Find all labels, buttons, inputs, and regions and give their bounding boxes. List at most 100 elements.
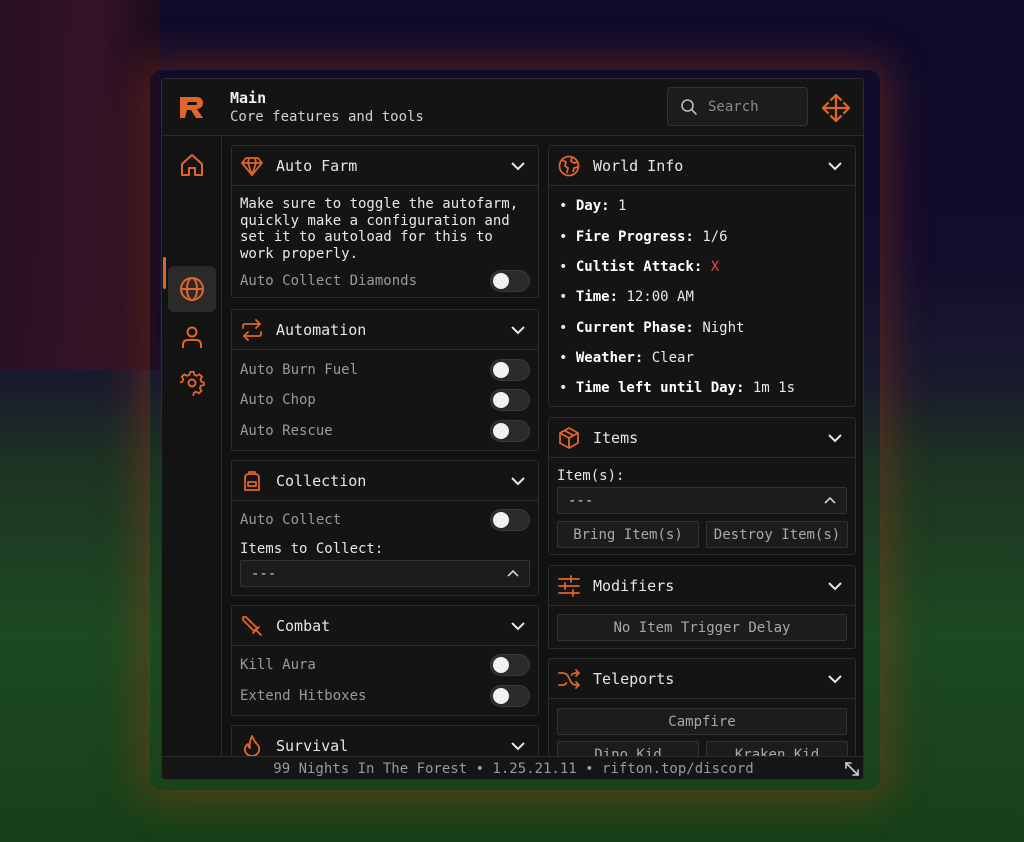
panel-title: Items: [593, 429, 639, 447]
items-label: Item(s):: [557, 468, 625, 484]
panel-title: Modifiers: [593, 577, 675, 595]
panel-title: World Info: [593, 157, 684, 175]
sword-icon: [242, 616, 262, 636]
chevron-down-icon[interactable]: [510, 158, 526, 174]
info-cultist-attack: • Cultist Attack: X: [559, 259, 720, 275]
info-weather: • Weather: Clear: [559, 350, 694, 366]
user-icon: [182, 326, 202, 348]
page-subtitle: Core features and tools: [230, 109, 424, 125]
panel-automation: Automation Auto Burn Fuel Auto Chop Auto…: [231, 309, 539, 451]
info-time-left: • Time left until Day: 1m 1s: [559, 380, 796, 396]
page-title: Main: [230, 89, 267, 107]
info-day: • Day: 1: [559, 198, 627, 214]
globe-icon: [558, 155, 580, 177]
panel-survival: Survival: [231, 725, 539, 756]
toggle-label: Auto Chop: [240, 392, 316, 408]
logo-icon: [180, 97, 203, 118]
toggle-label: Auto Burn Fuel: [240, 362, 359, 378]
chevron-down-icon[interactable]: [827, 671, 843, 687]
sidebar-item-settings[interactable]: [168, 360, 216, 406]
toggle-label: Extend Hitboxes: [240, 688, 367, 704]
content-area: Auto Farm Make sure to toggle the autofa…: [222, 136, 863, 756]
items-to-collect-label: Items to Collect:: [240, 541, 384, 557]
teleport-dino-kid-button[interactable]: Dino Kid: [557, 741, 699, 756]
no-item-trigger-delay-button[interactable]: No Item Trigger Delay: [557, 614, 847, 641]
panel-teleports-header[interactable]: Teleports: [549, 659, 855, 699]
panel-auto-farm-header[interactable]: Auto Farm: [232, 146, 538, 186]
move-icon[interactable]: [820, 92, 852, 124]
panel-combat-header[interactable]: Combat: [232, 606, 538, 646]
panel-modifiers: Modifiers No Item Trigger Delay: [548, 565, 856, 649]
panel-combat: Combat Kill Aura Extend Hitboxes: [231, 605, 539, 716]
panel-collection-header[interactable]: Collection: [232, 461, 538, 501]
sidebar: [162, 136, 222, 756]
chevron-down-icon[interactable]: [510, 473, 526, 489]
box-icon: [559, 427, 579, 449]
chevron-down-icon[interactable]: [827, 158, 843, 174]
chevron-up-icon: [824, 496, 836, 504]
sidebar-item-home[interactable]: [168, 142, 216, 188]
panel-title: Auto Farm: [276, 157, 358, 175]
chevron-down-icon[interactable]: [510, 738, 526, 754]
repeat-icon: [242, 319, 262, 341]
gear-icon: [179, 370, 205, 396]
shuffle-icon: [558, 669, 580, 689]
panel-items: Items Item(s): --- Bring Item(s) Destroy…: [548, 417, 856, 555]
chevron-down-icon[interactable]: [510, 618, 526, 634]
toggle-label: Auto Rescue: [240, 423, 333, 439]
sidebar-item-player[interactable]: [168, 314, 216, 360]
info-current-phase: • Current Phase: Night: [559, 320, 745, 336]
auto-burn-fuel-toggle[interactable]: [490, 359, 530, 381]
auto-collect-diamonds-toggle[interactable]: [490, 270, 530, 292]
auto-farm-description: Make sure to toggle the autofarm, quickl…: [240, 196, 519, 262]
chevron-down-icon[interactable]: [827, 430, 843, 446]
toggle-label: Kill Aura: [240, 657, 316, 673]
toggle-label: Auto Collect Diamonds: [240, 273, 418, 289]
auto-collect-toggle[interactable]: [490, 509, 530, 531]
auto-rescue-toggle[interactable]: [490, 420, 530, 442]
panel-modifiers-header[interactable]: Modifiers: [549, 566, 855, 606]
info-fire-progress: • Fire Progress: 1/6: [559, 229, 728, 245]
panel-teleports: Teleports Campfire Dino Kid Kraken Kid: [548, 658, 856, 756]
window-header[interactable]: Main Core features and tools: [162, 79, 863, 136]
chevron-down-icon[interactable]: [510, 322, 526, 338]
panel-survival-header[interactable]: Survival: [232, 726, 538, 756]
extend-hitboxes-toggle[interactable]: [490, 685, 530, 707]
sidebar-item-world[interactable]: [168, 266, 216, 312]
globe-icon: [180, 277, 204, 301]
auto-chop-toggle[interactable]: [490, 389, 530, 411]
panel-automation-header[interactable]: Automation: [232, 310, 538, 350]
panel-world-info: World Info • Day: 1 • Fire Progress: 1/6…: [548, 145, 856, 407]
items-dropdown[interactable]: ---: [557, 487, 847, 514]
panel-title: Teleports: [593, 670, 675, 688]
footer-text: 99 Nights In The Forest • 1.25.21.11 • r…: [273, 761, 754, 777]
sliders-icon: [558, 575, 580, 597]
active-indicator: [163, 257, 166, 289]
search-input[interactable]: [708, 98, 798, 115]
panel-collection: Collection Auto Collect Items to Collect…: [231, 460, 539, 596]
flame-icon: [243, 735, 261, 756]
items-to-collect-dropdown[interactable]: ---: [240, 560, 530, 587]
panel-items-header[interactable]: Items: [549, 418, 855, 458]
resize-icon[interactable]: [843, 760, 861, 778]
destroy-items-button[interactable]: Destroy Item(s): [706, 521, 848, 548]
window-footer: 99 Nights In The Forest • 1.25.21.11 • r…: [162, 756, 863, 779]
dropdown-value: ---: [568, 493, 594, 509]
panel-world-info-header[interactable]: World Info: [549, 146, 855, 186]
teleport-campfire-button[interactable]: Campfire: [557, 708, 847, 735]
panel-title: Automation: [276, 321, 367, 339]
panel-title: Collection: [276, 472, 367, 490]
info-time: • Time: 12:00 AM: [559, 289, 694, 305]
diamond-icon: [241, 157, 263, 176]
panel-auto-farm: Auto Farm Make sure to toggle the autofa…: [231, 145, 539, 298]
home-icon: [181, 154, 203, 176]
main-window: Main Core features and tools Search Auto…: [161, 78, 864, 780]
chevron-down-icon[interactable]: [827, 578, 843, 594]
search-box[interactable]: [667, 87, 808, 126]
teleport-kraken-kid-button[interactable]: Kraken Kid: [706, 741, 848, 756]
dropdown-value: ---: [251, 566, 277, 582]
bring-items-button[interactable]: Bring Item(s): [557, 521, 699, 548]
chevron-up-icon: [507, 569, 519, 577]
toggle-label: Auto Collect: [240, 512, 342, 528]
kill-aura-toggle[interactable]: [490, 654, 530, 676]
